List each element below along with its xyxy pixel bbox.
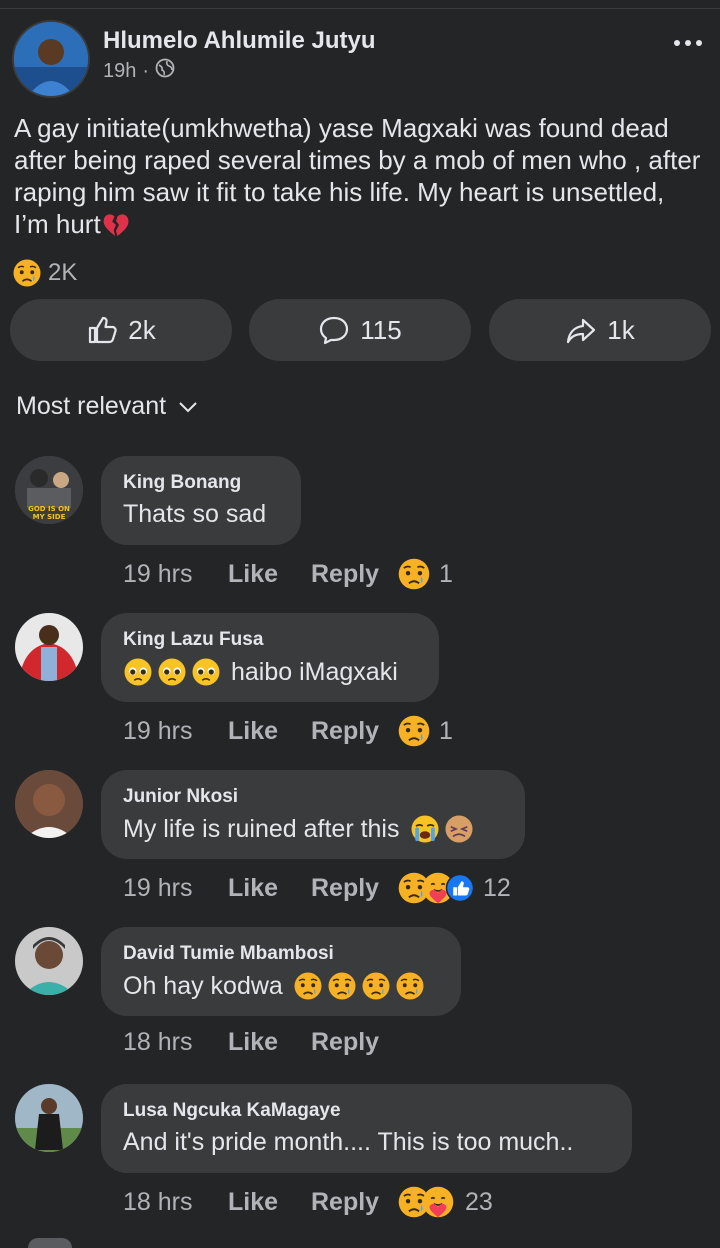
post-author-name[interactable]: Hlumelo Ahlumile Jutyu	[103, 27, 375, 55]
commenter-avatar[interactable]	[15, 927, 83, 995]
share-count: 1k	[607, 314, 635, 345]
loudly-crying-face-icon	[410, 814, 440, 844]
comment-bubble[interactable]: David Tumie Mbambosi Oh hay kodwa	[101, 927, 461, 1016]
comment-reaction-count: 12	[483, 873, 511, 902]
next-commenter-avatar	[28, 1238, 72, 1248]
comment-actions: 19 hrs Like Reply 1	[123, 557, 453, 591]
commenter-avatar[interactable]	[15, 613, 83, 681]
svg-text:MY SIDE: MY SIDE	[33, 513, 66, 521]
share-button[interactable]: 1k	[489, 299, 711, 361]
comment-icon	[320, 316, 349, 345]
commenter-avatar[interactable]	[15, 770, 83, 838]
comment-time[interactable]: 19 hrs	[123, 874, 228, 903]
pleading-face-icon	[157, 657, 187, 687]
comment-time[interactable]: 19 hrs	[123, 560, 228, 589]
more-dot-icon	[685, 40, 691, 46]
comment-bubble[interactable]: King Lazu Fusa haibo iMagxaki	[101, 613, 439, 702]
like-button[interactable]: 2k	[10, 299, 232, 361]
comment-actions: 18 hrs Like Reply 23	[123, 1185, 493, 1219]
comment-reaction-count: 23	[465, 1187, 493, 1216]
sad-face-icon	[361, 971, 391, 1001]
globe-icon	[155, 58, 175, 84]
care-reaction-icon	[421, 1185, 455, 1219]
comment-like-button[interactable]: Like	[228, 1028, 311, 1057]
top-divider	[0, 8, 720, 9]
comment-text-content: Oh hay kodwa	[123, 971, 283, 1000]
comment-time[interactable]: 18 hrs	[123, 1188, 228, 1217]
sad-face-icon	[293, 971, 323, 1001]
comment-bubble[interactable]: Lusa Ngcuka KaMagaye And it's pride mont…	[101, 1084, 632, 1173]
like-count: 2k	[128, 314, 156, 345]
comment-reply-button[interactable]: Reply	[311, 560, 397, 589]
comment-sort-dropdown[interactable]: Most relevant	[16, 392, 200, 421]
comment-time[interactable]: 19 hrs	[123, 717, 228, 746]
chevron-down-icon	[179, 401, 197, 412]
comment-reactions[interactable]: 1	[397, 714, 453, 748]
comment-reactions[interactable]: 23	[397, 1185, 493, 1219]
sad-reaction-icon	[397, 714, 431, 748]
comment-text-content: And it's pride month.... This is too muc…	[123, 1128, 574, 1156]
post-meta: 19h ·	[103, 58, 175, 84]
comment-actions: 19 hrs Like Reply 1	[123, 714, 453, 748]
comment-text: Oh hay kodwa	[123, 971, 439, 1001]
post-time[interactable]: 19h	[103, 60, 136, 83]
more-dot-icon	[696, 40, 702, 46]
comment-text-content: haibo iMagxaki	[231, 657, 398, 686]
comment-bubble[interactable]: Junior Nkosi My life is ruined after thi…	[101, 770, 525, 859]
sad-face-icon	[395, 971, 425, 1001]
comment-text: And it's pride month.... This is too muc…	[123, 1128, 610, 1157]
reaction-summary[interactable]: 2K	[12, 258, 77, 288]
comment-count: 115	[360, 314, 402, 345]
comment-like-button[interactable]: Like	[228, 560, 311, 589]
comment-like-button[interactable]: Like	[228, 1188, 311, 1217]
commenter-name[interactable]: Junior Nkosi	[123, 786, 503, 808]
comment-reactions[interactable]: 1	[397, 557, 453, 591]
commenter-name[interactable]: David Tumie Mbambosi	[123, 943, 439, 965]
post-body: A gay initiate(umkhwetha) yase Magxaki w…	[14, 112, 704, 240]
commenter-avatar[interactable]	[15, 1084, 83, 1152]
commenter-name[interactable]: King Bonang	[123, 472, 279, 494]
comment-button[interactable]: 115	[249, 299, 471, 361]
comment-reply-button[interactable]: Reply	[311, 717, 397, 746]
broken-heart-icon	[101, 209, 131, 239]
comment-reply-button[interactable]: Reply	[311, 1028, 397, 1057]
thumbs-up-icon	[89, 316, 117, 344]
comment-actions: 18 hrs Like Reply	[123, 1028, 397, 1057]
post-author-avatar[interactable]	[12, 20, 90, 98]
share-icon	[567, 318, 596, 344]
comment-text: haibo iMagxaki	[123, 657, 417, 687]
like-reaction-icon	[445, 873, 475, 903]
pleading-face-icon	[123, 657, 153, 687]
comment-reactions[interactable]: 12	[397, 871, 511, 905]
comment-text: Thats so sad	[123, 500, 279, 529]
comment-reply-button[interactable]: Reply	[311, 874, 397, 903]
comment-reaction-count: 1	[439, 716, 453, 745]
commenter-name[interactable]: Lusa Ngcuka KaMagaye	[123, 1100, 610, 1122]
meta-separator: ·	[142, 59, 150, 82]
sad-reaction-icon	[12, 258, 42, 288]
comment-actions: 19 hrs Like Reply 12	[123, 871, 511, 905]
reaction-count: 2K	[48, 259, 78, 286]
comment-time[interactable]: 18 hrs	[123, 1028, 228, 1057]
weary-face-icon	[444, 814, 474, 844]
sad-face-icon	[327, 971, 357, 1001]
comment-text-content: Thats so sad	[123, 500, 267, 528]
comment-bubble[interactable]: King Bonang Thats so sad	[101, 456, 301, 545]
commenter-avatar[interactable]: GOD IS ON MY SIDE	[15, 456, 83, 524]
sort-label: Most relevant	[16, 392, 167, 420]
pleading-face-icon	[191, 657, 221, 687]
svg-text:GOD IS ON: GOD IS ON	[28, 505, 70, 513]
comment-reply-button[interactable]: Reply	[311, 1188, 397, 1217]
commenter-name[interactable]: King Lazu Fusa	[123, 629, 417, 651]
more-options-button[interactable]	[674, 40, 702, 46]
more-dot-icon	[674, 40, 680, 46]
sad-reaction-icon	[397, 557, 431, 591]
comment-like-button[interactable]: Like	[228, 717, 311, 746]
comment-like-button[interactable]: Like	[228, 874, 311, 903]
comment-text-content: My life is ruined after this	[123, 814, 400, 843]
comment-text: My life is ruined after this	[123, 814, 503, 844]
comment-reaction-count: 1	[439, 559, 453, 588]
